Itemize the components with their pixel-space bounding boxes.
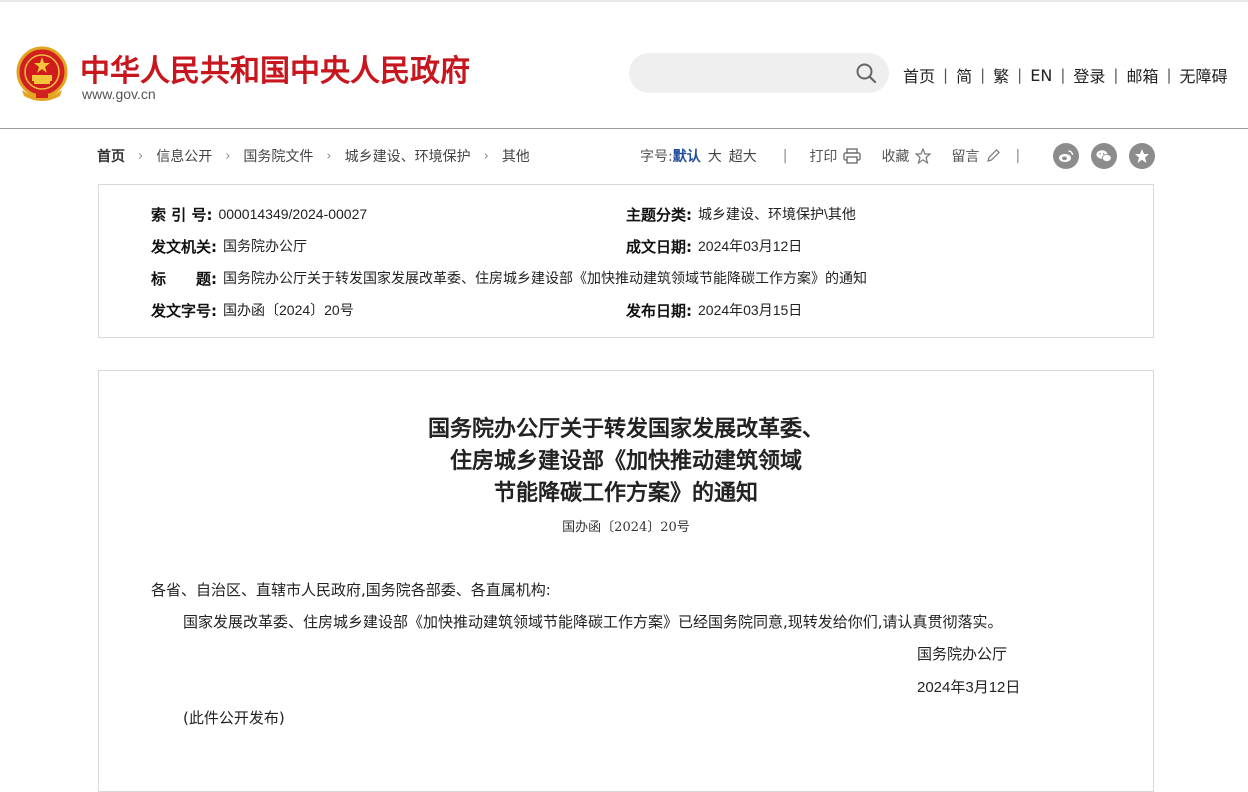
- favorite-button[interactable]: 收藏: [881, 146, 932, 166]
- comment-label: 留言: [951, 149, 980, 165]
- category-value: 城乡建设、环境保护\其他: [698, 206, 856, 222]
- publish-date-value: 2024年03月15日: [698, 302, 803, 318]
- issuer-row: 发文机关: 国务院办公厅: [151, 236, 307, 256]
- article-content: 国务院办公厅关于转发国家发展改革委、 住房城乡建设部《加快推动建筑领域 节能降碳…: [98, 370, 1154, 792]
- site-url[interactable]: www.gov.cn: [82, 86, 156, 102]
- written-date-value: 2024年03月12日: [698, 238, 803, 254]
- wechat-button[interactable]: [1091, 143, 1117, 169]
- document-metadata: 索 引 号: 000014349/2024-00027 主题分类: 城乡建设、环…: [98, 184, 1154, 338]
- article-doc-number: 国办函〔2024〕20号: [562, 520, 690, 535]
- doc-number-value: 国办函〔2024〕20号: [223, 302, 354, 318]
- issuer-value: 国务院办公厅: [223, 238, 307, 254]
- font-size-label: 字号:: [640, 149, 673, 165]
- wechat-icon: [1096, 150, 1112, 162]
- chevron-right-icon: ›: [225, 148, 231, 164]
- search-box: [629, 53, 889, 93]
- breadcrumb-info-public[interactable]: 信息公开: [156, 146, 212, 166]
- breadcrumb-home[interactable]: 首页: [97, 146, 125, 166]
- nav-separator: |: [1060, 66, 1066, 84]
- site-header: 中华人民共和国中央人民政府 www.gov.cn 首页 | 简 | 繁 | EN…: [0, 2, 1248, 128]
- index-value: 000014349/2024-00027: [218, 206, 368, 222]
- doc-number-row: 发文字号: 国办函〔2024〕20号: [151, 300, 354, 320]
- nav-separator: |: [1113, 66, 1119, 84]
- article-salutation: 各省、自治区、直辖市人民政府,国务院各部委、各直属机构:: [151, 581, 551, 599]
- top-nav: 首页 | 简 | 繁 | EN | 登录 | 邮箱 | 无障碍: [903, 63, 1228, 87]
- page-tools: 字号: 默认 大 超大 | 打印 收藏 留言 |: [640, 146, 1020, 166]
- article-date: 2024年3月12日: [917, 679, 1021, 696]
- chevron-right-icon: ›: [138, 148, 144, 164]
- national-emblem-icon[interactable]: [16, 46, 68, 102]
- comment-button[interactable]: 留言: [951, 146, 1001, 166]
- share-icon: [1135, 149, 1149, 163]
- weibo-button[interactable]: [1053, 143, 1079, 169]
- favorite-label: 收藏: [881, 149, 910, 165]
- tools-separator: |: [1015, 148, 1021, 164]
- header-divider: [0, 128, 1248, 129]
- nav-english[interactable]: EN: [1030, 66, 1052, 85]
- nav-separator: |: [943, 66, 949, 84]
- article-body: 国家发展改革委、住房城乡建设部《加快推动建筑领域节能降碳工作方案》已经国务院同意…: [183, 613, 1003, 631]
- index-label: 索 引 号:: [151, 205, 213, 224]
- breadcrumb: 首页 › 信息公开 › 国务院文件 › 城乡建设、环境保护 › 其他: [97, 146, 530, 166]
- nav-separator: |: [1017, 66, 1023, 84]
- breadcrumb-other[interactable]: 其他: [502, 146, 530, 166]
- print-button[interactable]: 打印: [809, 146, 862, 166]
- nav-home[interactable]: 首页: [903, 63, 935, 87]
- nav-login[interactable]: 登录: [1073, 63, 1105, 87]
- chevron-right-icon: ›: [483, 148, 489, 164]
- share-button[interactable]: [1129, 143, 1155, 169]
- category-label: 主题分类:: [626, 205, 692, 224]
- printer-icon: [843, 148, 862, 164]
- index-row: 索 引 号: 000014349/2024-00027: [151, 204, 367, 224]
- site-title[interactable]: 中华人民共和国中央人民政府: [80, 46, 470, 90]
- article-title-line: 住房城乡建设部《加快推动建筑领域: [449, 448, 802, 474]
- nav-separator: |: [1166, 66, 1172, 84]
- search-input[interactable]: [647, 61, 851, 87]
- font-size-default[interactable]: 默认: [673, 146, 701, 166]
- nav-traditional[interactable]: 繁: [993, 63, 1009, 87]
- doc-number-label: 发文字号:: [151, 301, 217, 320]
- article-title-line: 国务院办公厅关于转发国家发展改革委、: [427, 416, 824, 442]
- weibo-icon: [1059, 150, 1074, 162]
- category-row: 主题分类: 城乡建设、环境保护\其他: [626, 204, 856, 224]
- search-icon[interactable]: [855, 62, 877, 84]
- issuer-label: 发文机关:: [151, 237, 217, 256]
- pencil-icon: [987, 149, 1001, 162]
- font-size-xlarge[interactable]: 超大: [729, 146, 757, 166]
- nav-simplified[interactable]: 简: [956, 63, 972, 87]
- nav-accessibility[interactable]: 无障碍: [1180, 63, 1228, 87]
- title-row: 标 题: 国务院办公厅关于转发国家发展改革委、住房城乡建设部《加快推动建筑领域节…: [151, 268, 867, 288]
- article-title-line: 节能降碳工作方案》的通知: [493, 480, 758, 506]
- title-value: 国务院办公厅关于转发国家发展改革委、住房城乡建设部《加快推动建筑领域节能降碳工作…: [223, 270, 867, 286]
- nav-separator: |: [980, 66, 986, 84]
- title-label: 标 题:: [151, 269, 217, 288]
- written-date-label: 成文日期:: [626, 237, 692, 256]
- publish-date-row: 发布日期: 2024年03月15日: [626, 300, 802, 320]
- star-icon: [915, 148, 932, 164]
- font-size-large[interactable]: 大: [708, 146, 722, 166]
- publish-date-label: 发布日期:: [626, 301, 692, 320]
- nav-mail[interactable]: 邮箱: [1126, 63, 1158, 87]
- chevron-right-icon: ›: [326, 148, 332, 164]
- breadcrumb-urban-rural[interactable]: 城乡建设、环境保护: [345, 146, 471, 166]
- breadcrumb-state-council-docs[interactable]: 国务院文件: [243, 146, 313, 166]
- tools-separator: |: [782, 148, 788, 164]
- print-label: 打印: [809, 149, 838, 165]
- article-note: (此件公开发布): [183, 709, 285, 727]
- article-signature: 国务院办公厅: [917, 645, 1008, 663]
- written-date-row: 成文日期: 2024年03月12日: [626, 236, 802, 256]
- article-title: 国务院办公厅关于转发国家发展改革委、 住房城乡建设部《加快推动建筑领域 节能降碳…: [99, 413, 1153, 509]
